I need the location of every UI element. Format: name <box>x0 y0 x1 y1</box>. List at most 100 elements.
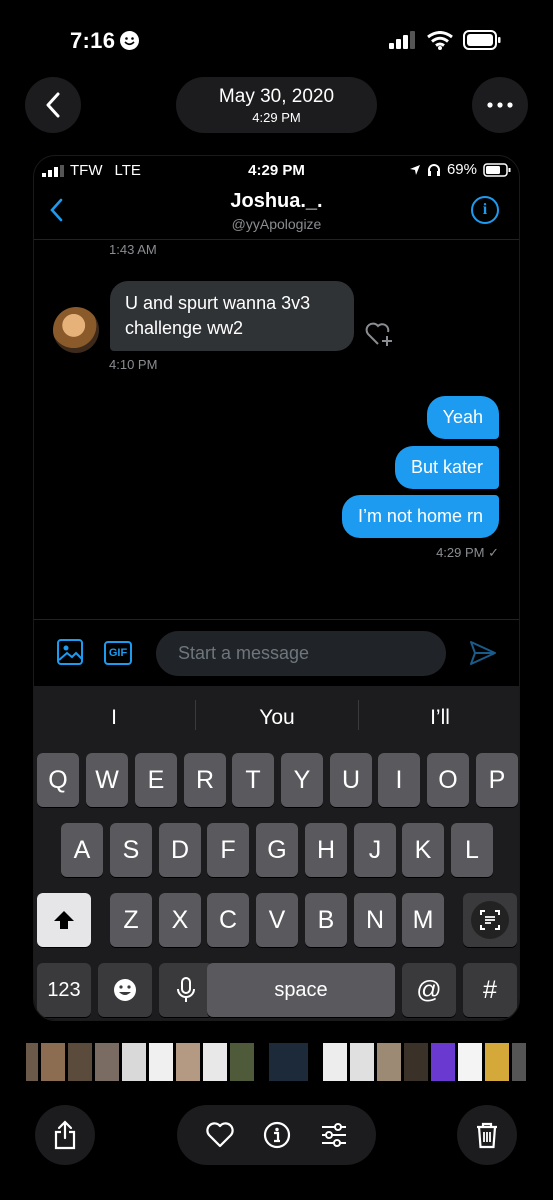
key[interactable]: H <box>305 823 347 877</box>
suggestion-divider <box>358 700 359 730</box>
key[interactable]: V <box>256 893 298 947</box>
suggestion-item[interactable]: I <box>34 706 194 730</box>
dictation-key[interactable] <box>159 963 213 1017</box>
thumbnail[interactable] <box>430 1043 455 1081</box>
heart-plus-icon[interactable] <box>364 320 396 353</box>
shift-key[interactable] <box>37 893 91 947</box>
key[interactable]: G <box>256 823 298 877</box>
thumbnail[interactable] <box>256 1043 267 1081</box>
key[interactable]: X <box>159 893 201 947</box>
key[interactable]: Q <box>37 753 79 807</box>
suggestion-item[interactable]: You <box>197 706 357 730</box>
contact-handle: @yyApologize <box>231 216 322 232</box>
scan-text-icon <box>471 901 509 939</box>
inner-status-bar: TFW LTE 4:29 PM 69% <box>34 156 519 186</box>
thumbnail[interactable] <box>68 1043 93 1081</box>
hash-key[interactable]: # <box>463 963 517 1017</box>
image-icon[interactable] <box>56 638 84 671</box>
key[interactable]: L <box>451 823 493 877</box>
signal-icon <box>389 31 415 49</box>
thumbnail[interactable] <box>95 1043 120 1081</box>
key[interactable]: P <box>476 753 518 807</box>
chevron-left-icon <box>46 92 60 118</box>
key[interactable]: D <box>159 823 201 877</box>
thumbnail[interactable] <box>323 1043 348 1081</box>
emoji-key[interactable] <box>98 963 152 1017</box>
ellipsis-icon <box>487 102 513 108</box>
key[interactable]: F <box>207 823 249 877</box>
avatar[interactable] <box>53 307 99 353</box>
thumbnail[interactable] <box>403 1043 428 1081</box>
actions-pill <box>177 1105 376 1165</box>
adjust-sliders-icon[interactable] <box>320 1122 348 1148</box>
key[interactable]: O <box>427 753 469 807</box>
at-key[interactable]: @ <box>402 963 456 1017</box>
photo-time: 4:29 PM <box>252 110 301 125</box>
key[interactable]: T <box>232 753 274 807</box>
key[interactable]: E <box>135 753 177 807</box>
heart-icon[interactable] <box>205 1122 234 1148</box>
thumbnail[interactable] <box>310 1043 321 1081</box>
info-icon[interactable]: i <box>471 196 499 224</box>
os-status-icons <box>389 30 501 50</box>
shift-icon <box>54 911 74 929</box>
battery-percent: 69% <box>446 161 477 178</box>
outgoing-message[interactable]: Yeah <box>426 396 499 439</box>
screenshot-frame: TFW LTE 4:29 PM 69% Joshua._. @yyApologi… <box>33 155 520 1021</box>
thumbnail[interactable] <box>149 1043 174 1081</box>
thumbnail[interactable] <box>457 1043 482 1081</box>
thumbnail[interactable] <box>350 1043 375 1081</box>
thumbnail[interactable] <box>26 1043 39 1081</box>
numbers-key[interactable]: 123 <box>37 963 91 1017</box>
thumbnail[interactable] <box>41 1043 66 1081</box>
thumbnail[interactable] <box>377 1043 401 1081</box>
key[interactable]: J <box>354 823 396 877</box>
key[interactable]: Y <box>281 753 323 807</box>
key[interactable]: I <box>378 753 420 807</box>
outgoing-message[interactable]: I’m not home rn <box>341 495 499 538</box>
scan-text-key[interactable] <box>463 893 517 947</box>
suggestion-divider <box>195 700 196 730</box>
info-icon[interactable] <box>263 1121 291 1149</box>
key[interactable]: Z <box>110 893 152 947</box>
thumbnail[interactable] <box>484 1043 509 1081</box>
outgoing-message[interactable]: But kater <box>394 446 499 489</box>
back-button[interactable] <box>25 77 81 133</box>
send-icon[interactable] <box>469 640 497 671</box>
gif-icon[interactable]: GIF <box>104 641 132 665</box>
photo-date: May 30, 2020 <box>218 86 335 107</box>
thumbnail[interactable] <box>122 1043 147 1081</box>
key[interactable]: N <box>354 893 396 947</box>
thumbnail[interactable] <box>269 1043 308 1081</box>
thumbnail[interactable] <box>229 1043 254 1081</box>
suggestion-item[interactable]: I’ll <box>360 706 519 730</box>
timestamp-first: 1:43 AM <box>109 242 157 257</box>
key[interactable]: A <box>61 823 103 877</box>
key[interactable]: B <box>305 893 347 947</box>
wifi-icon <box>427 30 453 50</box>
thumbnail[interactable] <box>511 1043 526 1081</box>
key[interactable]: S <box>110 823 152 877</box>
battery-icon <box>483 162 511 177</box>
microphone-icon <box>177 977 195 1002</box>
os-status-bar: 7:16 <box>0 0 553 80</box>
thumbnail[interactable] <box>176 1043 200 1081</box>
inner-status-right: 69% <box>409 161 511 178</box>
location-arrow-icon <box>409 164 420 175</box>
thumbnail[interactable] <box>202 1043 227 1081</box>
key[interactable]: M <box>402 893 444 947</box>
more-button[interactable] <box>472 77 528 133</box>
space-key[interactable]: space <box>207 963 395 1017</box>
key[interactable]: K <box>402 823 444 877</box>
key[interactable]: C <box>207 893 249 947</box>
delete-button[interactable] <box>457 1105 517 1165</box>
incoming-message[interactable]: U and spurt wanna 3v3 challenge ww2 <box>110 281 354 351</box>
key[interactable]: W <box>86 753 128 807</box>
timestamp-incoming: 4:10 PM <box>109 357 158 372</box>
key[interactable]: R <box>184 753 226 807</box>
message-input[interactable] <box>156 631 446 676</box>
thumbnail-strip[interactable] <box>26 1043 526 1081</box>
contact-name: Joshua._. <box>230 190 323 212</box>
share-button[interactable] <box>35 1105 95 1165</box>
key[interactable]: U <box>330 753 372 807</box>
